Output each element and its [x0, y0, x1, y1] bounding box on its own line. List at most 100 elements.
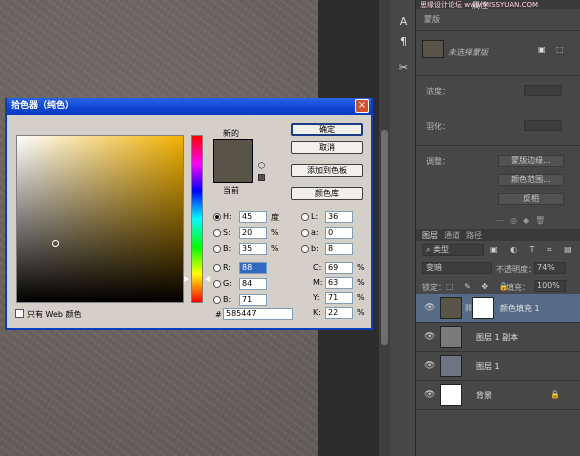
hsb-input[interactable]: 35: [239, 243, 267, 255]
rgb-label: R:: [223, 263, 232, 272]
feather-field[interactable]: [524, 120, 562, 131]
hsb-radio[interactable]: [213, 245, 221, 253]
lab-label: a:: [311, 228, 319, 237]
lab-input[interactable]: 0: [325, 227, 353, 239]
lab-radio[interactable]: [301, 213, 309, 221]
opacity-field[interactable]: 74%: [534, 262, 566, 274]
rgb-input[interactable]: 71: [239, 294, 267, 306]
tools-icon[interactable]: ✂: [396, 60, 411, 75]
density-field[interactable]: [524, 85, 562, 96]
cmyk-unit: %: [357, 278, 365, 287]
color-libraries-button[interactable]: 颜色库: [291, 187, 363, 200]
lab-input[interactable]: 8: [325, 243, 353, 255]
blend-mode-select[interactable]: 变暗: [422, 262, 492, 274]
gamut-warning-icon[interactable]: ⬡: [258, 161, 265, 170]
paragraph-tool-icon[interactable]: ¶: [396, 34, 411, 49]
fill-field[interactable]: 100%: [534, 280, 566, 292]
layer-thumbnail: [440, 297, 462, 319]
rgb-input[interactable]: 88: [239, 262, 267, 274]
kind-filter-select[interactable]: ⌕ 类型: [422, 244, 484, 256]
layer-filter-icons[interactable]: ▣ ◐ T ⌗ ▤: [490, 245, 577, 255]
lock-icons[interactable]: ⬚ ✎ ✥ 🔒: [446, 282, 513, 291]
layer-mask-thumbnail[interactable]: [472, 297, 494, 319]
mask-edge-button[interactable]: 蒙版边缘...: [498, 155, 564, 167]
hue-arrow-left-icon[interactable]: [184, 276, 189, 282]
rgb-radio[interactable]: [213, 296, 221, 304]
eye-icon[interactable]: 👁: [424, 303, 435, 313]
lab-radio[interactable]: [301, 245, 309, 253]
web-safe-swatch-icon[interactable]: [258, 174, 265, 181]
mask-heading: 蒙版: [424, 15, 440, 24]
tab-layers[interactable]: 图层: [422, 230, 438, 241]
density-label: 浓度：: [426, 87, 450, 96]
layer-row[interactable]: 👁 图层 1 副本: [416, 323, 580, 352]
color-field[interactable]: [16, 135, 184, 303]
eye-icon[interactable]: 👁: [424, 361, 435, 371]
layer-row[interactable]: 👁 背景 🔒: [416, 381, 580, 410]
layer-thumbnail: [440, 355, 462, 377]
watermark-text: 思缘设计论坛 www.MISSYUAN.COM: [420, 1, 539, 9]
cmyk-input[interactable]: 69: [325, 262, 353, 274]
canvas-scrollbar[interactable]: [379, 0, 390, 456]
cmyk-unit: %: [357, 263, 365, 272]
color-picker-dialog: 拾色器（纯色） × 新的 当前 ⬡ 确定 取消 添加到色板 颜色库 H: 45 度 S…: [5, 98, 373, 330]
hsb-input[interactable]: 45: [239, 211, 267, 223]
cancel-button[interactable]: 取消: [291, 141, 363, 154]
rgb-radio[interactable]: [213, 264, 221, 272]
color-range-button[interactable]: 颜色范围...: [498, 174, 564, 186]
hex-input[interactable]: 585447: [223, 308, 293, 320]
lab-radio[interactable]: [301, 229, 309, 237]
vector-mask-icon[interactable]: ⬚: [556, 45, 564, 54]
opacity-label: 不透明度：: [496, 265, 536, 274]
rgb-radio[interactable]: [213, 280, 221, 288]
hue-arrow-right-icon[interactable]: [205, 276, 210, 282]
layer-row[interactable]: 👁 图层 1: [416, 352, 580, 381]
cmyk-input[interactable]: 22: [325, 307, 353, 319]
cmyk-input[interactable]: 71: [325, 292, 353, 304]
lab-input[interactable]: 36: [325, 211, 353, 223]
add-to-swatches-button[interactable]: 添加到色板: [291, 164, 363, 177]
mask-actions-icons[interactable]: ⋯◎◆🗑: [496, 216, 551, 225]
web-only-checkbox[interactable]: [15, 309, 24, 318]
layers-tab-bar: [416, 229, 580, 241]
cmyk-label: C:: [313, 263, 322, 272]
layer-name[interactable]: 颜色填充 1: [500, 303, 540, 314]
eye-icon[interactable]: 👁: [424, 390, 435, 400]
hsb-label: B:: [223, 244, 232, 253]
close-icon[interactable]: ×: [355, 99, 369, 113]
hsb-unit: %: [271, 228, 279, 237]
cmyk-label: Y:: [313, 293, 320, 302]
hsb-label: H:: [223, 212, 232, 221]
hsb-input[interactable]: 20: [239, 227, 267, 239]
tab-channels[interactable]: 通道: [444, 230, 460, 241]
refine-label: 调整：: [426, 157, 450, 166]
fill-thumbnail[interactable]: [422, 40, 444, 58]
hsb-radio[interactable]: [213, 213, 221, 221]
cmyk-unit: %: [357, 308, 365, 317]
invert-button[interactable]: 反相: [498, 193, 564, 205]
rgb-input[interactable]: 84: [239, 278, 267, 290]
dialog-title: 拾色器（纯色）: [7, 98, 371, 115]
hsb-radio[interactable]: [213, 229, 221, 237]
color-cursor[interactable]: [52, 240, 59, 247]
hue-slider[interactable]: [191, 135, 203, 303]
cmyk-input[interactable]: 63: [325, 277, 353, 289]
cmyk-unit: %: [357, 293, 365, 302]
scrollbar-thumb[interactable]: [381, 130, 388, 345]
right-panel: 属性 思缘设计论坛 www.MISSYUAN.COM 蒙版 未选择蒙版 ▣ ⬚ …: [416, 0, 580, 456]
ok-button[interactable]: 确定: [291, 123, 363, 136]
current-color-label: 当前: [223, 186, 239, 195]
eye-icon[interactable]: 👁: [424, 332, 435, 342]
pixel-mask-icon[interactable]: ▣: [538, 45, 546, 54]
new-color-label: 新的: [223, 129, 239, 138]
layer-row[interactable]: 👁 ⛓ 颜色填充 1: [416, 294, 580, 323]
lab-label: b:: [311, 244, 319, 253]
layer-name[interactable]: 图层 1: [476, 361, 500, 372]
hsb-unit: %: [271, 244, 279, 253]
layer-name[interactable]: 图层 1 副本: [476, 332, 518, 343]
current-color-swatch[interactable]: [213, 161, 253, 183]
lab-label: L:: [311, 212, 319, 221]
character-tool-icon[interactable]: A: [396, 14, 411, 29]
tab-paths[interactable]: 路径: [466, 230, 482, 241]
layer-name[interactable]: 背景: [476, 390, 492, 401]
